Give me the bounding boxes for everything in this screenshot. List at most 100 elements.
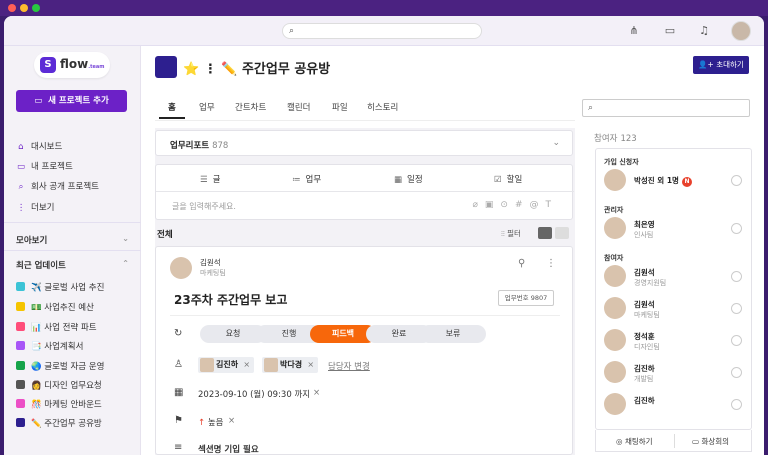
compose-type-schedule[interactable]: ▦ 일정 [394,173,423,185]
participant-avatar [604,329,626,351]
brand-suffix: .team [88,64,105,70]
project-item[interactable]: 🎊 마케팅 안바운드 [16,398,102,412]
sidebar: S flow.team ▭ 새 프로젝트 추가 ⌂ 대시보드 ▭ 내 프로젝트 ⌕ 회… [4,46,141,455]
compose-type-task[interactable]: ≔ 업무 [292,173,321,185]
project-item[interactable]: 👩 디자인 업무요청 [16,379,102,393]
checkbox-icon: ☑ [494,175,502,185]
participant-item[interactable]: 최은영 인사팀 [604,217,744,241]
pin-icon[interactable]: ⚲ [518,258,525,269]
remove-icon[interactable]: × [307,357,314,373]
compose-input[interactable]: 글을 입력해주세요. [172,201,236,212]
assignee-chip[interactable]: 김진하 × [198,357,255,373]
list-view-button[interactable] [538,227,552,239]
minimize-window-dot[interactable] [20,4,28,12]
org-chart-icon[interactable]: ⋔ [626,23,642,39]
message-icon[interactable] [731,399,742,410]
project-item[interactable]: ✏️ 주간업무 공유방 [16,417,102,431]
remove-icon[interactable]: × [313,388,320,398]
section-text[interactable]: 섹션명 기입 필요 [198,443,259,455]
remove-icon[interactable]: × [243,357,250,373]
report-count: 878 [212,141,229,151]
participant-team: 경영지원팀 [634,279,667,287]
section-collect[interactable]: 모아보기 ⌄ [16,234,129,246]
filter-button[interactable]: ⫶⫶ 필터 [501,228,521,239]
project-label: 💵 사업추진 예산 [31,303,94,313]
assignee-chip[interactable]: 박다경 × [262,357,319,373]
flow-logo[interactable]: S flow.team [34,52,110,78]
due-date[interactable]: 2023-09-10 (월) 09:30 까지 [198,388,310,400]
author-name[interactable]: 김원석 [200,257,221,268]
message-icon[interactable] [731,367,742,378]
tab-files[interactable]: 파일 [332,101,348,113]
user-avatar[interactable] [731,21,751,41]
global-search-input[interactable]: ⌕ [282,23,482,39]
new-project-button[interactable]: ▭ 새 프로젝트 추가 [16,90,127,112]
participant-item[interactable]: 김원석 마케팅팀 [604,297,744,321]
invite-button[interactable]: 👤+ 초대하기 [693,56,749,74]
remove-icon[interactable]: × [228,416,235,426]
task-report-bar[interactable]: 업무리포트 878 ⌄ [155,130,573,156]
participant-name: 김원석 [634,300,655,309]
nav-my-projects[interactable]: ▭ 내 프로젝트 [16,160,73,174]
project-item[interactable]: 💵 사업추진 예산 [16,301,94,315]
participant-avatar [604,265,626,287]
person-icon: ♙ [174,359,183,370]
author-avatar[interactable] [170,257,192,279]
task-number: 업무번호 9807 [498,290,554,306]
message-icon[interactable] [731,175,742,186]
card-view-button[interactable] [555,227,569,239]
tab-home[interactable]: 홈 [168,101,176,113]
doc-icon: ☰ [200,175,208,185]
nav-public-projects[interactable]: ⌕ 회사 공개 프로젝트 [16,180,99,194]
participant-name: 정석훈 [634,332,655,341]
project-item[interactable]: 🌏 글로벌 자금 운영 [16,360,104,374]
participant-item[interactable]: 김원석경영지원팀 [604,265,744,289]
invite-label: 초대하기 [716,60,744,69]
participant-item[interactable]: 정석훈디자인팀 [604,329,744,353]
close-window-dot[interactable] [8,4,16,12]
message-icon[interactable] [731,303,742,314]
compose-tools[interactable]: ⌀▣⊙#@T [472,200,558,210]
project-label: 👩 디자인 업무요청 [31,381,102,391]
change-assignee-link[interactable]: 담당자 변경 [328,360,370,372]
chat-icon[interactable]: ▭ [662,23,678,39]
project-color-square [16,361,25,370]
message-icon[interactable] [731,335,742,346]
search-icon: ⌕ [588,103,594,113]
more-vertical-icon: ⋮ [16,203,26,213]
participant-item[interactable]: 김진하 개발팀 [604,361,744,385]
participant-team: 디자인팀 [634,343,660,351]
project-item[interactable]: 📊 사업 전략 파트 [16,321,97,335]
bell-icon[interactable]: ♫ [696,23,712,39]
assignee-name: 김진하 [216,360,239,369]
tab-calendar[interactable]: 캘린더 [287,101,310,113]
participant-name: 김원석 [634,268,655,277]
nav-more[interactable]: ⋮ 더보기 [16,201,55,215]
post-title: 23주차 주간업무 보고 [174,293,288,307]
more-icon[interactable]: ⋮ [546,258,556,269]
project-search-input[interactable]: ⌕ [582,99,750,117]
assignee-avatar [200,358,214,372]
compose-type-post[interactable]: ☰ 글 [200,173,220,185]
message-icon[interactable] [731,271,742,282]
priority[interactable]: ↑ 높음 [198,416,223,428]
status-hold[interactable]: 보류 [420,325,486,343]
section-recent[interactable]: 최근 업데이트 ⌃ [16,259,129,271]
video-call-button[interactable]: ▭ 화상회의 [692,436,729,447]
project-color-square [16,399,25,408]
participants-header: 참여자 123 [591,132,637,144]
message-icon[interactable] [731,223,742,234]
participant-item[interactable]: 김진하 [604,393,744,417]
tab-history[interactable]: 히스토리 [367,101,398,113]
maximize-window-dot[interactable] [32,4,40,12]
participant-item[interactable]: 박성진 외 1명 N [604,169,744,193]
nav-dashboard[interactable]: ⌂ 대시보드 [16,140,62,154]
tab-gantt[interactable]: 간트차트 [235,101,266,113]
project-item[interactable]: 📑 사업계획서 [16,340,83,354]
tab-tasks[interactable]: 업무 [199,101,215,113]
compose-type-todo[interactable]: ☑ 할일 [494,173,522,185]
compose-type-label: 글 [212,175,221,185]
project-item[interactable]: ✈️ 글로벌 사업 추진 [16,281,104,295]
chat-button[interactable]: ◎ 채팅하기 [616,436,653,447]
list-icon: ≔ [292,175,301,185]
